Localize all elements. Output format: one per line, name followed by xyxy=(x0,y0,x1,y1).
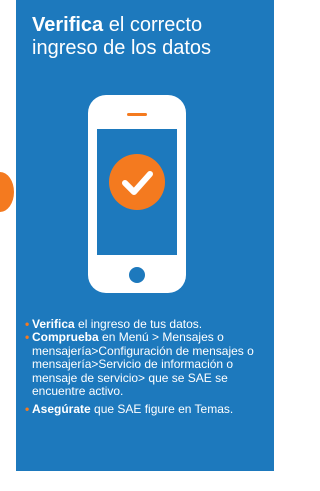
checkmark-icon xyxy=(109,154,165,210)
instruction-list: • Verifica el ingreso de tus datos. • Comp… xyxy=(25,317,271,418)
bottom-strip xyxy=(16,471,274,491)
title-bold: Verifica xyxy=(32,14,104,36)
phone-home-button xyxy=(129,267,145,283)
title-line2: ingreso de los datos xyxy=(32,37,212,59)
title-rest: el correcto xyxy=(103,14,203,36)
list-item: • Verifica el ingreso de tus datos. xyxy=(25,317,203,331)
bullet-bold: Asegúrate xyxy=(32,402,91,417)
panel-title: Verifica el correcto ingreso de los dato… xyxy=(32,14,268,60)
bullet-bold: Comprueba xyxy=(32,330,99,345)
phone-speaker xyxy=(127,113,147,116)
list-item: • Comprueba en Menú > Mensajes o mensajer… xyxy=(25,330,254,399)
bullet-text: que SAE figure en Temas. xyxy=(90,402,234,417)
bullet-text: el ingreso de tus datos. xyxy=(74,317,203,331)
orange-side-dot xyxy=(0,172,14,212)
list-item: • Asegúrate que SAE figure en Temas. xyxy=(25,402,234,417)
bullet-bold: Verifica xyxy=(32,317,75,331)
